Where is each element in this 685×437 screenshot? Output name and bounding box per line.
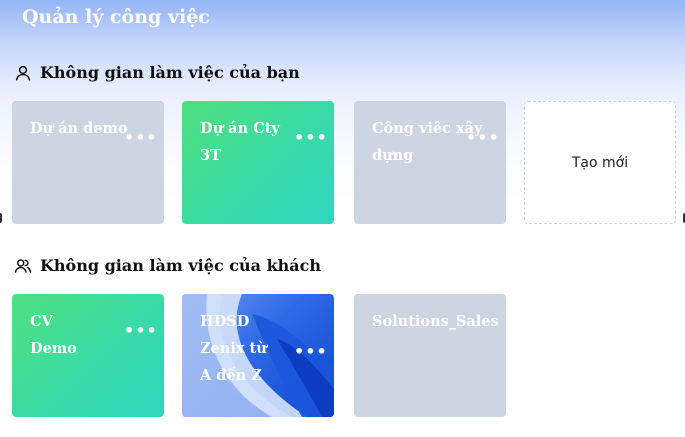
users-icon [14, 258, 32, 273]
more-options-icon[interactable]: ••• [294, 130, 328, 146]
more-options-icon[interactable]: ••• [124, 323, 158, 339]
page-title: Quản lý công việc [22, 6, 210, 28]
own-workspaces-title: Không gian làm việc của bạn [40, 63, 300, 82]
own-workspaces-heading: Không gian làm việc của bạn [14, 63, 300, 82]
workspace-card-name: CV Demo [30, 313, 77, 357]
workspace-card-du-an-demo[interactable]: Dự án demo ••• [12, 101, 164, 224]
guest-workspaces-title: Không gian làm việc của khách [40, 256, 322, 275]
workspace-card-cong-viec-xay-dung[interactable]: Công viêc xây dựng ••• [354, 101, 506, 224]
workspace-card-name: Solutions_Sales [372, 313, 499, 330]
workspace-card-cv-demo[interactable]: CV Demo ••• [12, 294, 164, 417]
more-options-icon[interactable]: ••• [466, 130, 500, 146]
more-options-icon[interactable]: ••• [294, 344, 328, 360]
workspace-card-du-an-cty-3t[interactable]: Dự án Cty 3T ••• [182, 101, 334, 224]
more-options-icon[interactable]: ••• [124, 130, 158, 146]
left-edge-marker [0, 213, 2, 223]
workspace-card-name: Dự án demo [30, 120, 128, 137]
user-icon [15, 65, 31, 80]
create-workspace-label: Tạo mới [571, 154, 629, 171]
guest-workspaces-heading: Không gian làm việc của khách [14, 256, 321, 275]
create-workspace-button[interactable]: Tạo mới [524, 101, 676, 224]
workspace-card-name: Dự án Cty 3T [200, 120, 280, 164]
workspace-card-solutions-sales[interactable]: Solutions_Sales [354, 294, 506, 417]
workspace-card-name: HDSD Zenix từ A đến Z [200, 313, 267, 384]
workspace-card-hdsd-zenix[interactable]: HDSD Zenix từ A đến Z ••• [182, 294, 334, 417]
